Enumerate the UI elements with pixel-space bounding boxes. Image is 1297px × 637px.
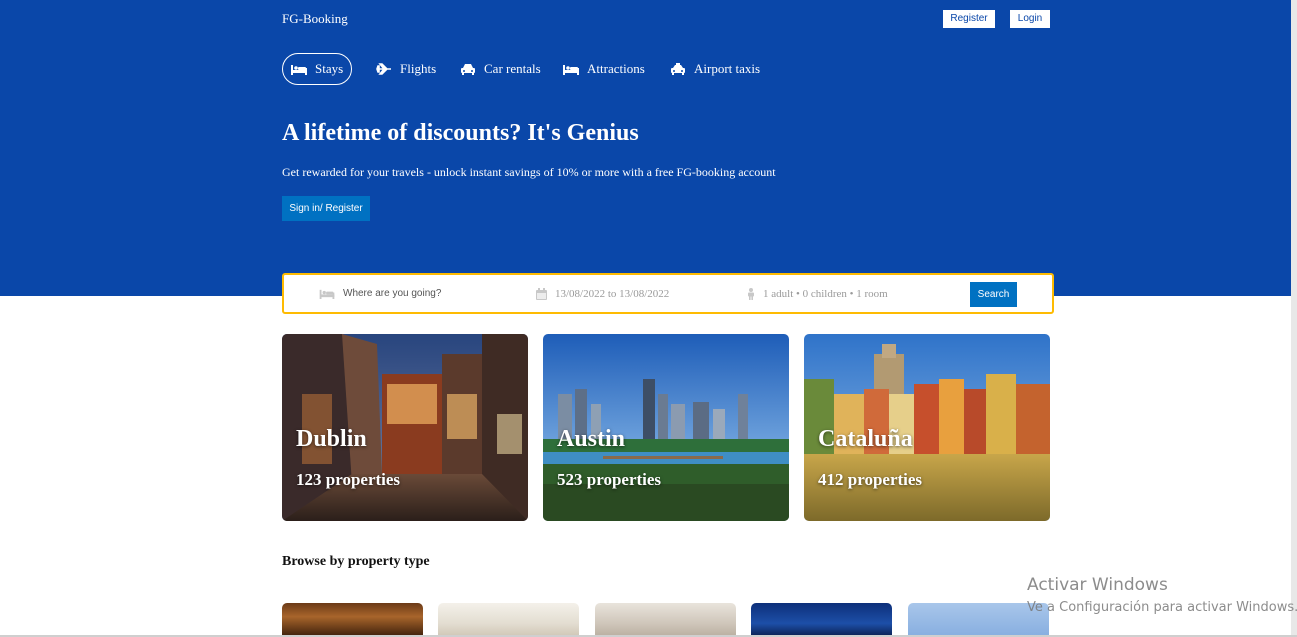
tab-car-rentals[interactable]: Car rentals [460,53,541,85]
tab-label: Attractions [587,61,645,76]
calendar-icon [536,287,547,300]
guests-field[interactable]: 1 adult • 0 children • 1 room [747,275,888,312]
city-card-austin[interactable]: Austin 523 properties [543,334,789,521]
browse-by-property-type-heading: Browse by property type [282,554,430,569]
hero-title: A lifetime of discounts? It's Genius [282,120,639,146]
plane-icon [376,63,392,75]
property-type-card[interactable] [438,603,579,637]
tab-label: Car rentals [484,61,541,76]
hero-subtitle: Get rewarded for your travels - unlock i… [282,165,776,179]
city-properties: 523 properties [557,470,662,489]
hero-header [0,0,1297,296]
windows-activation-title: Activar Windows [1027,575,1168,595]
city-name: Austin [557,426,626,452]
city-card-dublin[interactable]: Dublin 123 properties [282,334,528,521]
city-name: Dublin [296,426,367,452]
property-type-card[interactable] [282,603,423,637]
windows-activation-subtitle: Ve a Configuración para activar Windows. [1027,600,1297,615]
city-properties: 412 properties [818,470,923,489]
city-name: Cataluña [818,426,913,452]
tab-label: Flights [400,61,437,76]
bed-icon [291,63,307,75]
scrollbar[interactable] [1291,0,1297,637]
bed-icon [563,63,579,75]
property-type-card[interactable] [595,603,736,637]
person-icon [748,287,754,300]
search-bar: Where are you going? 13/08/2022 to 13/08… [282,273,1054,314]
city-card-cataluna[interactable]: Cataluña 412 properties [804,334,1050,521]
tab-label: Airport taxis [694,61,761,76]
destination-placeholder: Where are you going? [343,288,442,299]
city-properties: 123 properties [296,470,401,489]
date-range-text: 13/08/2022 to 13/08/2022 [555,287,670,300]
tab-attractions[interactable]: Attractions [563,53,645,85]
tab-flights[interactable]: Flights [376,53,436,85]
property-type-card[interactable] [751,603,892,637]
signin-register-button[interactable]: Sign in/ Register [282,196,370,221]
login-button[interactable]: Login [1010,10,1050,28]
date-range-field[interactable]: 13/08/2022 to 13/08/2022 [536,275,669,312]
tab-label: Stays [315,61,344,76]
taxi-icon [670,63,686,75]
tab-stays[interactable]: Stays [282,53,353,85]
logo[interactable]: FG-Booking [282,11,348,27]
destination-field[interactable]: Where are you going? [319,275,441,312]
guests-text: 1 adult • 0 children • 1 room [763,287,888,300]
tab-airport-taxis[interactable]: Airport taxis [670,53,760,85]
register-button[interactable]: Register [943,10,995,28]
search-button[interactable]: Search [970,282,1017,307]
car-icon [460,63,476,75]
bed-icon [319,289,335,299]
